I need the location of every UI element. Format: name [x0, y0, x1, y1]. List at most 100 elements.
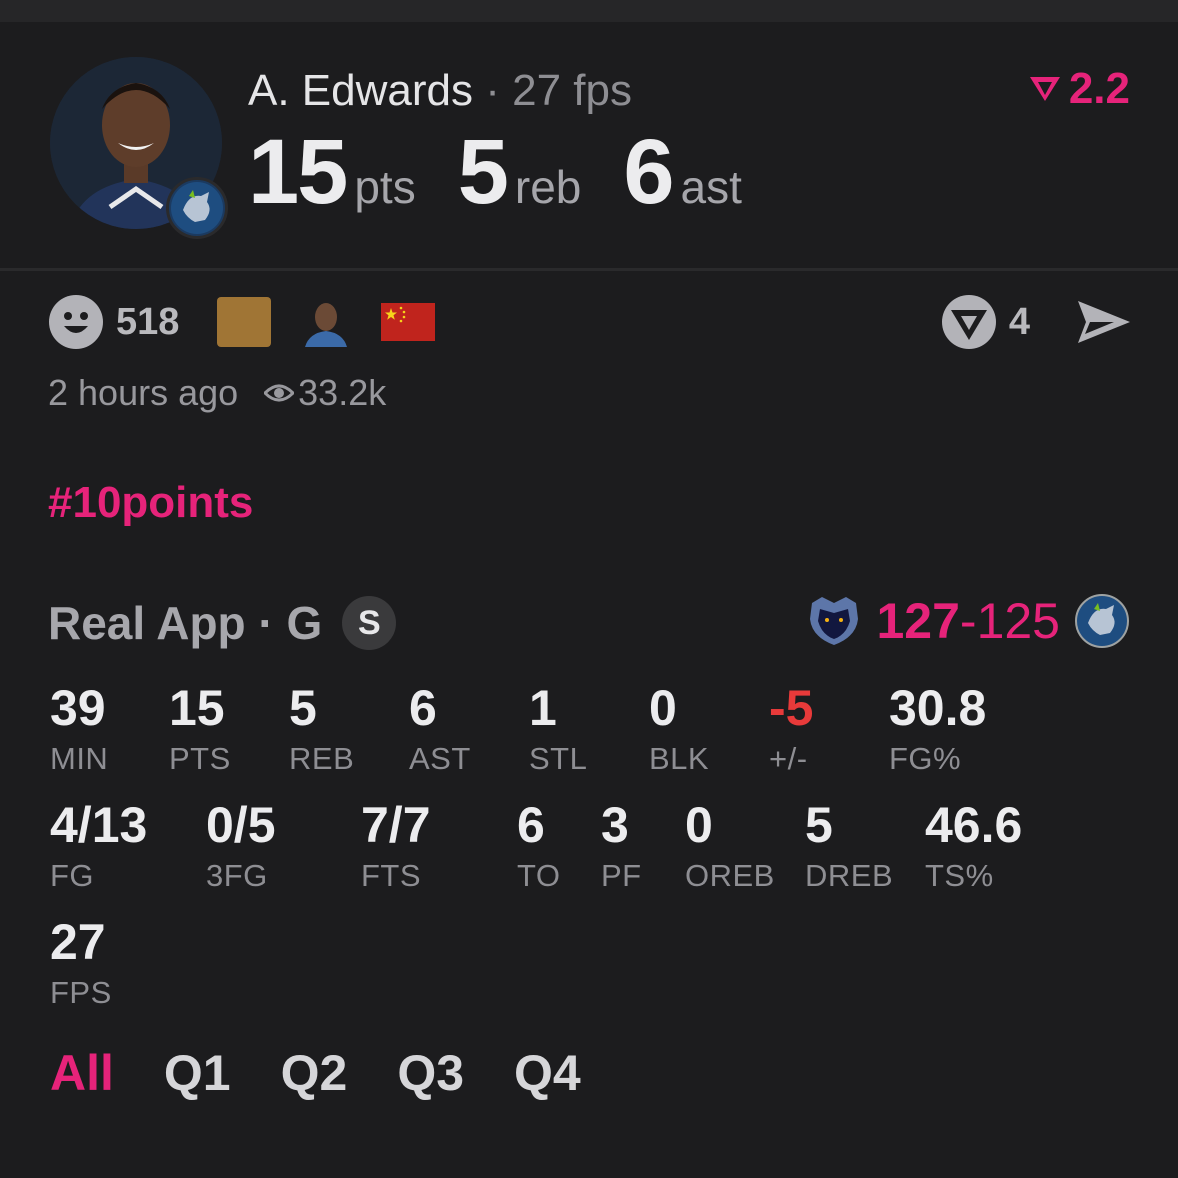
vote-count: 4	[1008, 300, 1030, 343]
stat-value: 27	[50, 914, 106, 970]
headline-reb-value: 5	[457, 121, 509, 223]
china-flag-sticker[interactable]	[381, 303, 436, 341]
view-count: 33.2k	[298, 372, 387, 413]
gold-square-sticker[interactable]	[217, 297, 272, 347]
stat-value: 6	[517, 797, 545, 853]
away-score: 125	[976, 593, 1060, 649]
stat-label: MIN	[50, 741, 109, 776]
headline-reb-unit: reb	[514, 161, 582, 213]
headline-pts-unit: pts	[354, 161, 416, 213]
headline-ast-unit: ast	[680, 161, 742, 213]
stat-value: 46.6	[925, 797, 1023, 853]
stat-label: FTS	[361, 858, 422, 893]
stat-value: 30.8	[889, 680, 987, 736]
grizzlies-logo-icon	[810, 597, 859, 645]
stat-label: OREB	[685, 858, 775, 893]
stat-ast: 6 AST	[409, 683, 471, 774]
source-label: Real App · G	[48, 597, 323, 649]
stat-label: FG%	[889, 741, 962, 776]
stat-value: 5	[289, 680, 317, 736]
stat-oreb: 0 OREB	[685, 800, 775, 891]
tab-q4[interactable]: Q4	[514, 1044, 581, 1102]
stat-label: 3FG	[206, 858, 268, 893]
vote-icon[interactable]	[941, 294, 997, 350]
stat-label: REB	[289, 741, 355, 776]
tab-q3[interactable]: Q3	[397, 1044, 464, 1102]
eye-icon	[264, 384, 295, 402]
stat-value: 1	[529, 680, 557, 736]
score-dash: -	[959, 593, 977, 649]
tab-q1[interactable]: Q1	[164, 1044, 231, 1102]
send-icon[interactable]	[1076, 299, 1132, 345]
stat-value: 7/7	[361, 797, 431, 853]
stat-label: +/-	[769, 741, 808, 776]
reaction-row: 518	[48, 294, 463, 350]
smiley-icon[interactable]	[48, 294, 104, 350]
stat-label: FPS	[50, 975, 112, 1010]
stat-fps: 27 FPS	[50, 917, 112, 1008]
stat-value: 0/5	[206, 797, 276, 853]
headline-ast-value: 6	[623, 121, 674, 223]
home-score: 127	[876, 593, 960, 649]
team-logo-icon	[166, 177, 228, 239]
stat-label: AST	[409, 741, 471, 776]
headline-pts-value: 15	[248, 121, 348, 223]
stat-reb: 5 REB	[289, 683, 354, 774]
player-name[interactable]: A. Edwards	[248, 66, 473, 115]
rating-value: 2.2	[1068, 64, 1130, 113]
score-text: 127-125	[876, 592, 1060, 650]
views: 33.2k	[264, 372, 386, 414]
stat-to: 6 TO	[517, 800, 561, 891]
stat-value: 5	[805, 797, 833, 853]
stat-ts-pct: 46.6 TS%	[925, 800, 1022, 891]
stat-stl: 1 STL	[529, 683, 587, 774]
stat-3fg: 0/5 3FG	[206, 800, 276, 891]
hashtag-link[interactable]: #10points	[48, 478, 253, 528]
quarter-tabs: All Q1 Q2 Q3 Q4	[50, 1044, 631, 1102]
tab-all[interactable]: All	[50, 1044, 114, 1102]
reaction-count: 518	[116, 300, 180, 343]
stat-value: 4/13	[50, 797, 148, 853]
stat-label: FG	[50, 858, 95, 893]
stat-fg-pct: 30.8 FG%	[889, 683, 986, 774]
top-bar	[0, 0, 1178, 22]
stat-fts: 7/7 FTS	[361, 800, 431, 891]
player-fps: 27 fps	[512, 66, 632, 115]
stat-plus-minus: -5 +/-	[769, 683, 813, 774]
stat-pf: 3 PF	[601, 800, 642, 891]
time-ago: 2 hours ago	[48, 372, 239, 413]
stat-value: 3	[601, 797, 629, 853]
tab-q2[interactable]: Q2	[281, 1044, 348, 1102]
stat-label: PTS	[169, 741, 231, 776]
stat-label: PF	[601, 858, 642, 893]
game-score[interactable]: 127-125	[806, 592, 1130, 650]
divider	[0, 268, 1178, 271]
stat-label: TS%	[925, 858, 994, 893]
timberwolves-logo-icon	[1075, 594, 1129, 648]
stat-dreb: 5 DREB	[805, 800, 893, 891]
post-actions: 4	[941, 294, 1132, 350]
stat-pts: 15 PTS	[169, 683, 231, 774]
separator: ·	[485, 66, 500, 115]
stat-value: 0	[649, 680, 677, 736]
rating-badge[interactable]: 2.2	[1027, 64, 1130, 114]
stat-value: 15	[169, 680, 225, 736]
stat-value: -5	[769, 680, 814, 736]
stat-label: DREB	[805, 858, 894, 893]
source-badge[interactable]: S	[342, 596, 397, 650]
stat-label: TO	[517, 858, 561, 893]
player-sticker[interactable]	[299, 297, 354, 347]
stat-label: BLK	[649, 741, 710, 776]
stat-fg: 4/13 FG	[50, 800, 147, 891]
game-source: Real App · G S	[48, 596, 397, 650]
stat-blk: 0 BLK	[649, 683, 709, 774]
player-title: A. Edwards · 27 fps	[248, 66, 632, 116]
post-meta: 2 hours ago 33.2k	[48, 372, 386, 414]
stat-value: 39	[50, 680, 106, 736]
stat-value: 0	[685, 797, 713, 853]
stat-value: 6	[409, 680, 437, 736]
stat-label: STL	[529, 741, 588, 776]
rating-arrow-icon	[1029, 77, 1060, 101]
stat-min: 39 MIN	[50, 683, 108, 774]
headline-stats: 15 pts 5 reb 6 ast	[248, 120, 784, 225]
